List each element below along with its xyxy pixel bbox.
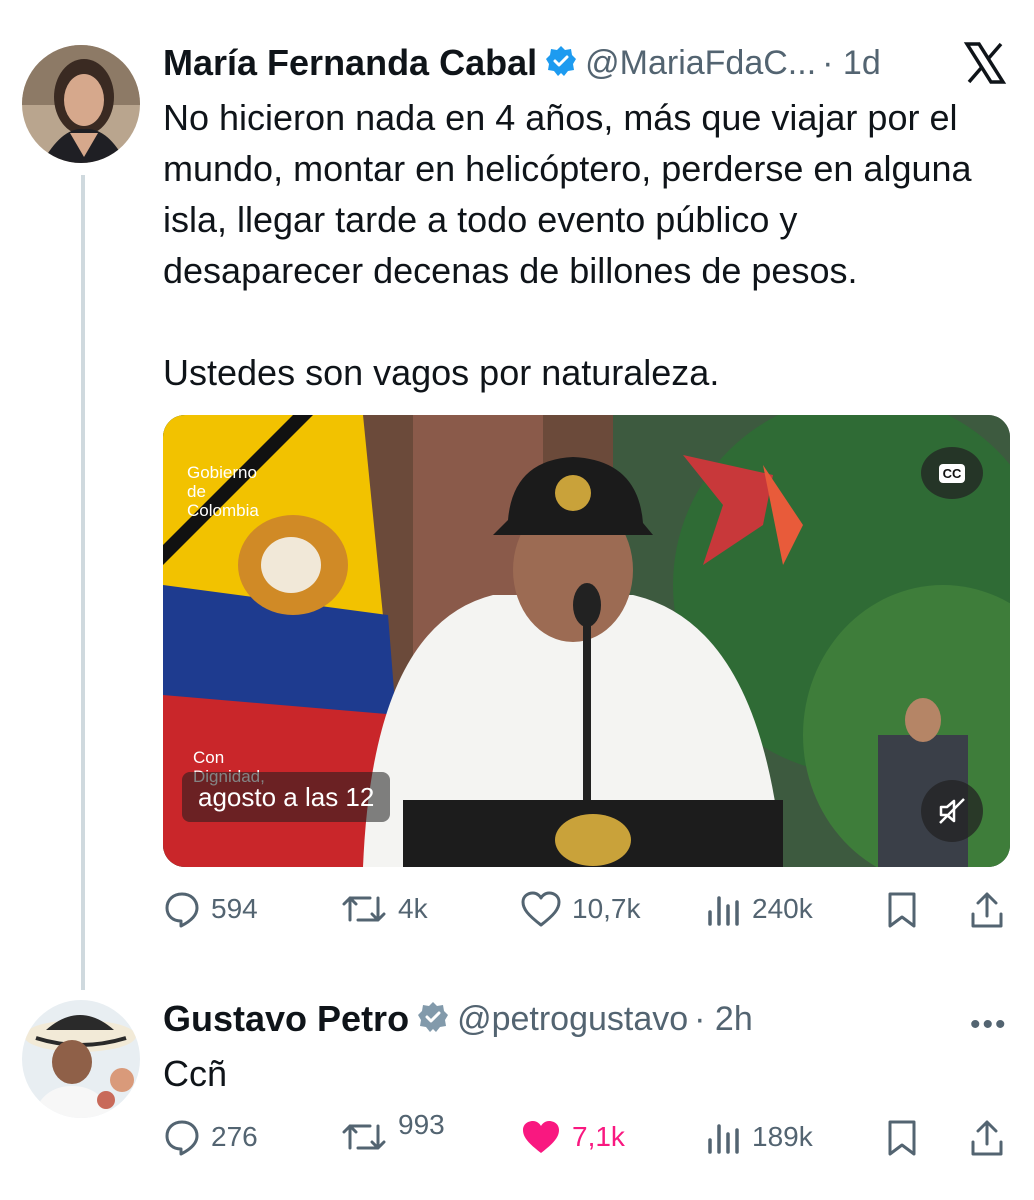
tweet2-actions: 276 993 7,1k 189k [163,1109,1013,1170]
share-button[interactable] [968,890,1006,930]
bookmark-icon [888,892,916,928]
tweet1-actions: 594 4k 10,7k 240k [163,882,1013,942]
video-caption: agosto a las 12 [182,772,391,822]
more-icon[interactable]: ••• [970,1008,1008,1042]
reply-icon [165,892,199,928]
views-count: 240k [752,893,813,924]
reply-count: 594 [211,893,258,924]
author-name[interactable]: María Fernanda Cabal [163,42,537,84]
tweet1-paragraph-2: Ustedes son vagos por naturaleza. [163,352,720,393]
retweet-count: 993 [398,1109,445,1140]
tweet-time[interactable]: · 1d [822,44,881,83]
views-icon [708,896,739,926]
like-icon [521,891,561,927]
mute-icon[interactable] [921,780,983,842]
reply-button[interactable]: 276 [163,1118,258,1156]
views-icon [708,1124,739,1154]
like-button[interactable]: 10,7k [520,890,641,928]
like-count: 10,7k [572,893,641,924]
share-button[interactable] [968,1118,1006,1158]
retweet-icon [342,1124,386,1150]
bookmark-icon [888,1120,916,1156]
author-name[interactable]: Gustavo Petro [163,998,409,1040]
like-count: 7,1k [572,1121,625,1152]
like-icon [523,1121,559,1153]
bookmark-button[interactable] [884,1118,920,1158]
reply-button[interactable]: 594 [163,890,258,928]
views-button[interactable]: 240k [706,890,813,928]
tweet2-header: Gustavo Petro @petrogustavo · 2h [163,998,753,1040]
share-icon [971,1120,1003,1156]
retweet-button[interactable]: 993 [340,1109,445,1156]
tweet1-header: María Fernanda Cabal @MariaFdaC... · 1d [163,42,881,84]
x-logo-icon[interactable] [962,40,1008,86]
author-handle[interactable]: @petrogustavo [457,1000,688,1039]
tweet1-paragraph-1: No hicieron nada en 4 años, más que viaj… [163,97,972,291]
author-handle[interactable]: @MariaFdaC... [585,44,816,83]
verified-badge-icon [417,1001,449,1038]
share-icon [971,892,1003,928]
tweet2-text: Ccñ [163,1053,228,1094]
retweet-count: 4k [398,893,428,924]
tweet-time[interactable]: · 2h [694,1000,753,1039]
cc-label: CC [938,463,966,483]
video-overlay-logo: Gobierno de Colombia [187,463,259,520]
avatar-maria-fernanda-cabal[interactable] [22,45,140,163]
views-button[interactable]: 189k [706,1118,813,1156]
bookmark-button[interactable] [884,890,920,930]
retweet-button[interactable]: 4k [340,890,428,928]
verified-badge-icon [545,45,577,82]
like-button[interactable]: 7,1k [520,1118,625,1156]
reply-count: 276 [211,1121,258,1152]
cc-icon[interactable]: CC [921,447,983,499]
tweet1-text: No hicieron nada en 4 años, más que viaj… [163,92,1003,398]
views-count: 189k [752,1121,813,1152]
reply-icon [165,1120,199,1156]
avatar-gustavo-petro[interactable] [22,1000,140,1118]
retweet-icon [342,896,386,922]
thread-line [81,175,85,990]
